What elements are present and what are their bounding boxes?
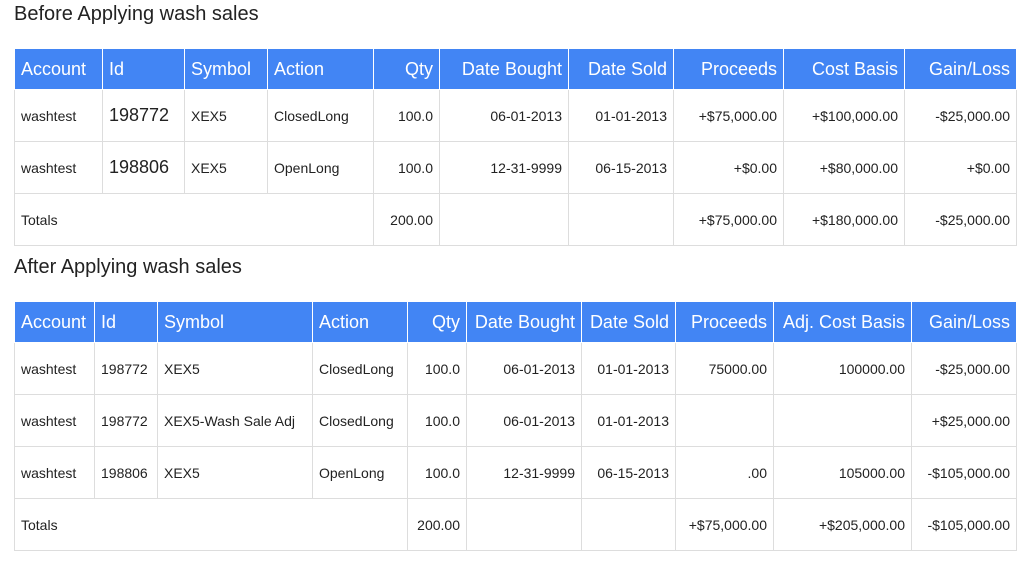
cell-date-sold: 01-01-2013	[568, 89, 674, 142]
table-row: washtest 198806 XEX5 OpenLong 100.0 12-3…	[14, 446, 1017, 499]
column-header-gain-loss[interactable]: Gain/Loss	[911, 301, 1017, 343]
cell-gain-loss: +$25,000.00	[911, 394, 1017, 447]
totals-label: Totals	[14, 193, 374, 246]
column-header-proceeds[interactable]: Proceeds	[673, 48, 784, 90]
totals-adj-cost-basis: +$205,000.00	[773, 498, 912, 551]
cell-action: ClosedLong	[267, 89, 374, 142]
cell-symbol: XEX5	[184, 141, 268, 194]
column-header-id[interactable]: Id	[94, 301, 158, 343]
totals-proceeds: +$75,000.00	[673, 193, 784, 246]
cell-account: washtest	[14, 89, 103, 142]
totals-cost-basis: +$180,000.00	[783, 193, 905, 246]
cell-proceeds: 75000.00	[675, 342, 774, 395]
column-header-date-bought[interactable]: Date Bought	[466, 301, 582, 343]
column-header-adj-cost-basis[interactable]: Adj. Cost Basis	[773, 301, 912, 343]
after-wash-sales-table: Account Id Symbol Action Qty Date Bought…	[14, 301, 1017, 551]
cell-date-bought: 06-01-2013	[466, 342, 582, 395]
cell-id: 198806	[102, 141, 185, 194]
cell-action: OpenLong	[267, 141, 374, 194]
cell-gain-loss: -$25,000.00	[911, 342, 1017, 395]
column-header-account[interactable]: Account	[14, 301, 95, 343]
cell-date-sold: 06-15-2013	[581, 446, 676, 499]
cell-account: washtest	[14, 141, 103, 194]
column-header-symbol[interactable]: Symbol	[157, 301, 313, 343]
cell-symbol: XEX5-Wash Sale Adj	[157, 394, 313, 447]
cell-id: 198772	[94, 394, 158, 447]
cell-symbol: XEX5	[157, 342, 313, 395]
totals-row: Totals 200.00 +$75,000.00 +$180,000.00 -…	[14, 193, 1017, 246]
cell-date-sold: 06-15-2013	[568, 141, 674, 194]
cell-proceeds: +$75,000.00	[673, 89, 784, 142]
column-header-date-sold[interactable]: Date Sold	[568, 48, 674, 90]
cell-gain-loss: -$25,000.00	[904, 89, 1017, 142]
totals-row: Totals 200.00 +$75,000.00 +$205,000.00 -…	[14, 498, 1017, 551]
totals-gain-loss: -$25,000.00	[904, 193, 1017, 246]
column-header-account[interactable]: Account	[14, 48, 103, 90]
before-wash-sales-table: Account Id Symbol Action Qty Date Bought…	[14, 48, 1017, 246]
cell-account: washtest	[14, 342, 95, 395]
column-header-gain-loss[interactable]: Gain/Loss	[904, 48, 1017, 90]
cell-date-bought: 06-01-2013	[466, 394, 582, 447]
totals-qty: 200.00	[407, 498, 467, 551]
before-section-title: Before Applying wash sales	[14, 3, 259, 25]
totals-empty-cell	[466, 498, 582, 551]
cell-qty: 100.0	[373, 141, 440, 194]
cell-action: ClosedLong	[312, 394, 408, 447]
column-header-proceeds[interactable]: Proceeds	[675, 301, 774, 343]
column-header-symbol[interactable]: Symbol	[184, 48, 268, 90]
table-row: washtest 198772 XEX5 ClosedLong 100.0 06…	[14, 342, 1017, 395]
column-header-qty[interactable]: Qty	[373, 48, 440, 90]
table-row: washtest 198772 XEX5 ClosedLong 100.0 06…	[14, 89, 1017, 142]
cell-action: ClosedLong	[312, 342, 408, 395]
totals-empty-cell	[581, 498, 676, 551]
cell-adj-cost-basis	[773, 394, 912, 447]
cell-date-bought: 12-31-9999	[439, 141, 569, 194]
table-row: washtest 198772 XEX5-Wash Sale Adj Close…	[14, 394, 1017, 447]
column-header-date-bought[interactable]: Date Bought	[439, 48, 569, 90]
cell-adj-cost-basis: 105000.00	[773, 446, 912, 499]
totals-empty-cell	[568, 193, 674, 246]
cell-qty: 100.0	[407, 342, 467, 395]
cell-id: 198772	[102, 89, 185, 142]
cell-date-bought: 12-31-9999	[466, 446, 582, 499]
column-header-action[interactable]: Action	[267, 48, 374, 90]
after-section-title: After Applying wash sales	[14, 256, 242, 278]
cell-gain-loss: +$0.00	[904, 141, 1017, 194]
column-header-qty[interactable]: Qty	[407, 301, 467, 343]
column-header-cost-basis[interactable]: Cost Basis	[783, 48, 905, 90]
cell-account: washtest	[14, 446, 95, 499]
cell-qty: 100.0	[407, 394, 467, 447]
cell-qty: 100.0	[373, 89, 440, 142]
totals-proceeds: +$75,000.00	[675, 498, 774, 551]
cell-account: washtest	[14, 394, 95, 447]
totals-qty: 200.00	[373, 193, 440, 246]
cell-symbol: XEX5	[157, 446, 313, 499]
cell-cost-basis: +$80,000.00	[783, 141, 905, 194]
cell-gain-loss: -$105,000.00	[911, 446, 1017, 499]
table-header-row: Account Id Symbol Action Qty Date Bought…	[14, 301, 1017, 343]
totals-gain-loss: -$105,000.00	[911, 498, 1017, 551]
cell-qty: 100.0	[407, 446, 467, 499]
column-header-id[interactable]: Id	[102, 48, 185, 90]
cell-action: OpenLong	[312, 446, 408, 499]
cell-proceeds: .00	[675, 446, 774, 499]
cell-id: 198772	[94, 342, 158, 395]
totals-empty-cell	[439, 193, 569, 246]
totals-label: Totals	[14, 498, 408, 551]
cell-proceeds	[675, 394, 774, 447]
cell-symbol: XEX5	[184, 89, 268, 142]
column-header-action[interactable]: Action	[312, 301, 408, 343]
table-header-row: Account Id Symbol Action Qty Date Bought…	[14, 48, 1017, 90]
cell-date-sold: 01-01-2013	[581, 394, 676, 447]
cell-proceeds: +$0.00	[673, 141, 784, 194]
table-row: washtest 198806 XEX5 OpenLong 100.0 12-3…	[14, 141, 1017, 194]
cell-adj-cost-basis: 100000.00	[773, 342, 912, 395]
cell-date-bought: 06-01-2013	[439, 89, 569, 142]
column-header-date-sold[interactable]: Date Sold	[581, 301, 676, 343]
cell-cost-basis: +$100,000.00	[783, 89, 905, 142]
cell-id: 198806	[94, 446, 158, 499]
cell-date-sold: 01-01-2013	[581, 342, 676, 395]
